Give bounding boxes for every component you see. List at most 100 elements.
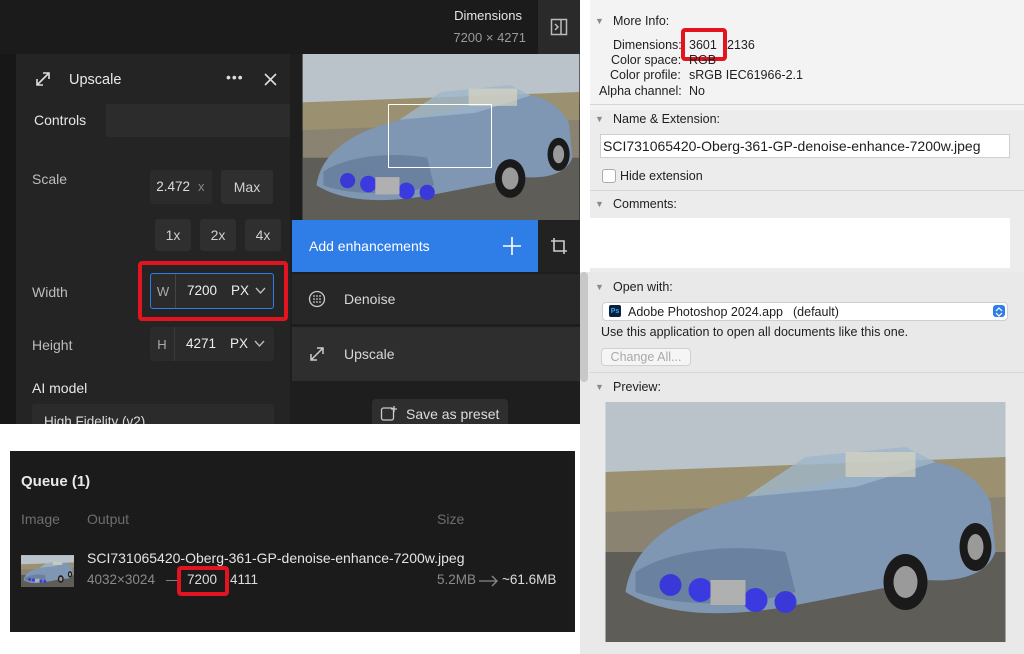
add-enhancements-button[interactable]: Add enhancements [292, 220, 538, 272]
name-extension-label: Name & Extension: [613, 112, 720, 126]
more-options-icon[interactable]: ••• [226, 69, 244, 85]
filename-field[interactable]: SCI731065420-Oberg-361-GP-denoise-enhanc… [600, 134, 1010, 158]
height-unit: PX [230, 336, 249, 351]
upscale-item[interactable]: Upscale [292, 327, 580, 381]
chevron-down-icon [255, 287, 266, 295]
height-value: 4271 [186, 336, 217, 351]
chevron-down-icon [254, 340, 265, 348]
divider [590, 372, 1024, 373]
disclosure-triangle-icon: ▼ [595, 282, 604, 292]
height-prefix: H [150, 327, 175, 361]
more-info-header[interactable]: ▼ More Info: [595, 14, 669, 28]
topaz-upscale-window: Dimensions 7200 × 4271 Upscale ••• Contr… [0, 0, 580, 424]
crop-icon [551, 238, 567, 254]
width-input[interactable]: W 7200 PX [150, 273, 274, 309]
preset-icon [380, 406, 397, 421]
col-output: Output [87, 511, 130, 527]
scale-label: Scale [32, 171, 68, 187]
arrow-right-icon [479, 575, 498, 587]
tab-controls-label: Controls [34, 112, 87, 128]
upscale-settings-panel: Upscale ••• Controls Scale 2.472 x Max 1… [16, 54, 290, 424]
dimensions-title: Dimensions [454, 8, 522, 23]
use-app-text: Use this application to open all documen… [601, 325, 909, 339]
more-info-label: More Info: [613, 14, 670, 28]
scale-2x-button[interactable]: 2x [200, 219, 236, 251]
alpha-channel-value: No [689, 84, 705, 98]
add-enhancements-label: Add enhancements [309, 238, 430, 254]
plus-icon [503, 237, 521, 255]
toggle-panel-button[interactable] [538, 0, 580, 54]
denoise-icon [308, 290, 326, 308]
size-to: ~61.6MB [502, 572, 557, 587]
scale-input[interactable]: 2.472 x [150, 170, 212, 204]
denoise-label: Denoise [344, 291, 396, 307]
upscale-label: Upscale [344, 346, 395, 362]
width-value: 7200 [187, 283, 218, 298]
preview-viewport-box[interactable] [388, 104, 492, 168]
tab-controls[interactable]: Controls [16, 104, 106, 137]
comments-field[interactable] [590, 218, 1010, 268]
scale-1x-button[interactable]: 1x [155, 219, 191, 251]
scrollbar[interactable] [580, 272, 588, 382]
color-profile-value: sRGB IEC61966-2.1 [689, 68, 803, 82]
queue-panel: Queue (1) Image Output Size SCI731065420… [10, 451, 575, 632]
preview-image [605, 402, 1006, 642]
preview-column: Add enhancements Denoise Upscale Save as… [290, 54, 580, 424]
height-input[interactable]: H 4271 PX [150, 327, 274, 361]
comments-header[interactable]: ▼ Comments: [595, 197, 677, 211]
col-image: Image [21, 511, 60, 527]
disclosure-triangle-icon: ▼ [595, 16, 604, 26]
crop-button[interactable] [538, 220, 580, 272]
open-with-select[interactable]: Ps Adobe Photoshop 2024.app (default) [602, 302, 1008, 321]
tab-other[interactable] [106, 104, 290, 137]
ai-model-value: High Fidelity (v2) [44, 414, 146, 424]
popup-stepper-icon [993, 305, 1005, 317]
disclosure-triangle-icon: ▼ [595, 382, 604, 392]
scale-value: 2.472 [156, 179, 190, 194]
filename-value: SCI731065420-Oberg-361-GP-denoise-enhanc… [603, 138, 981, 154]
expand-arrows-icon [36, 72, 50, 86]
divider [590, 190, 1024, 191]
dimensions-width: 3601 [689, 38, 717, 52]
denoise-item[interactable]: Denoise [292, 274, 580, 324]
scale-4x-button[interactable]: 4x [245, 219, 281, 251]
divider [590, 104, 1024, 105]
app-name: Adobe Photoshop 2024.app [628, 305, 783, 319]
disclosure-triangle-icon: ▼ [595, 114, 604, 124]
hide-extension-checkbox[interactable] [602, 169, 616, 183]
scale-x: x [198, 179, 205, 194]
width-label: Width [32, 284, 68, 300]
color-space-label: Color space: [611, 53, 682, 67]
close-icon[interactable] [264, 73, 277, 86]
save-preset-button[interactable]: Save as preset [372, 399, 508, 424]
open-with-header[interactable]: ▼ Open with: [595, 280, 673, 294]
queue-orig-dims: 4032×3024 [87, 572, 155, 587]
get-info-window: ▼ More Info: Dimensions: 3601 2136 Color … [580, 0, 1024, 654]
hide-extension-label: Hide extension [620, 169, 703, 183]
name-extension-header[interactable]: ▼ Name & Extension: [595, 112, 720, 126]
left-rail [0, 54, 16, 424]
max-button[interactable]: Max [221, 170, 273, 204]
change-all-button[interactable]: Change All... [601, 348, 691, 366]
queue-new-width: 7200 [187, 572, 218, 587]
disclosure-triangle-icon: ▼ [595, 199, 604, 209]
dimensions-label: Dimensions: [613, 38, 682, 52]
ai-model-select[interactable]: High Fidelity (v2) [32, 404, 274, 424]
size-from: 5.2MB [437, 572, 477, 587]
dimensions-value: 7200 × 4271 [453, 30, 526, 45]
dimensions-height: 2136 [727, 38, 755, 52]
alpha-channel-label: Alpha channel: [599, 84, 682, 98]
photoshop-icon: Ps [609, 305, 621, 317]
expand-arrows-icon [310, 347, 324, 361]
preview-header[interactable]: ▼ Preview: [595, 380, 661, 394]
open-with-label: Open with: [613, 280, 673, 294]
comments-label: Comments: [613, 197, 677, 211]
color-space-value: RGB [689, 53, 717, 67]
color-profile-label: Color profile: [610, 68, 681, 82]
preview-label: Preview: [613, 380, 661, 394]
queue-thumbnail[interactable] [21, 545, 74, 597]
queue-title: Queue (1) [21, 473, 91, 490]
col-size: Size [437, 511, 465, 527]
width-unit: PX [231, 283, 250, 298]
ai-model-label: AI model [32, 380, 88, 396]
